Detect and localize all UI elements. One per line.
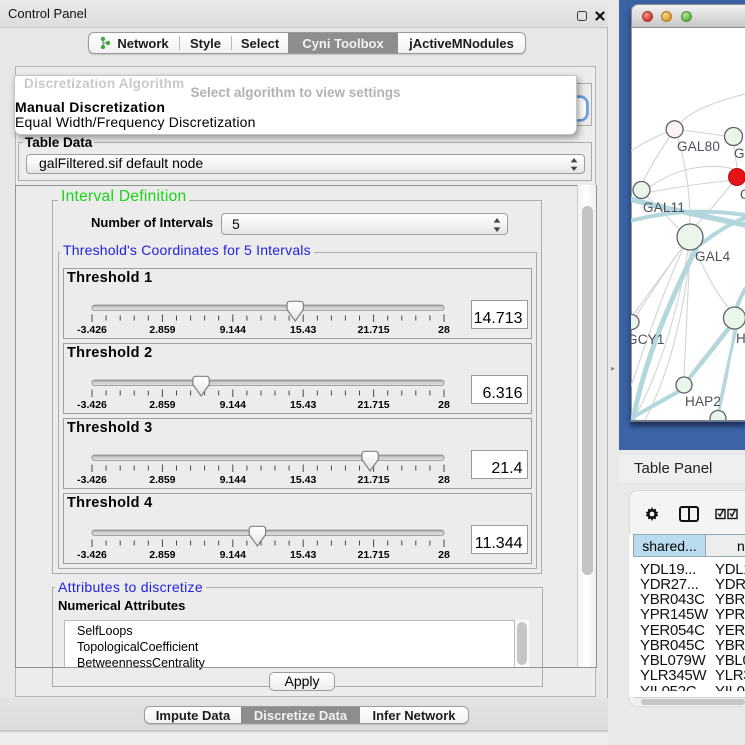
svg-text:-3.426: -3.426 (77, 549, 107, 561)
svg-text:28: 28 (438, 324, 450, 336)
svg-text:9.144: 9.144 (220, 549, 246, 561)
svg-text:-3.426: -3.426 (77, 324, 107, 336)
svg-text:21.715: 21.715 (358, 324, 390, 336)
svg-text:15.43: 15.43 (290, 324, 316, 336)
svg-text:GA: GA (734, 146, 745, 161)
svg-text:H: H (736, 331, 745, 346)
svg-text:GAL4: GAL4 (695, 249, 731, 264)
svg-text:-3.426: -3.426 (77, 474, 107, 486)
svg-text:G: G (740, 187, 745, 202)
svg-text:9.144: 9.144 (220, 324, 246, 336)
svg-text:GCY1: GCY1 (631, 332, 665, 347)
svg-text:HAP2: HAP2 (685, 394, 721, 409)
svg-text:GAL11: GAL11 (643, 200, 685, 215)
svg-text:21.715: 21.715 (358, 474, 390, 486)
svg-text:2.859: 2.859 (149, 324, 175, 336)
svg-text:2.859: 2.859 (149, 399, 175, 411)
svg-text:28: 28 (438, 474, 450, 486)
svg-text:15.43: 15.43 (290, 474, 316, 486)
svg-text:28: 28 (438, 399, 450, 411)
svg-text:9.144: 9.144 (220, 474, 246, 486)
svg-text:21.715: 21.715 (358, 549, 390, 561)
svg-text:2.859: 2.859 (149, 474, 175, 486)
svg-text:15.43: 15.43 (290, 399, 316, 411)
svg-text:-3.426: -3.426 (77, 399, 107, 411)
svg-text:GAL80: GAL80 (677, 139, 720, 154)
svg-text:9.144: 9.144 (220, 399, 246, 411)
svg-text:21.715: 21.715 (358, 399, 390, 411)
svg-text:28: 28 (438, 549, 450, 561)
svg-text:15.43: 15.43 (290, 549, 316, 561)
svg-text:2.859: 2.859 (149, 549, 175, 561)
